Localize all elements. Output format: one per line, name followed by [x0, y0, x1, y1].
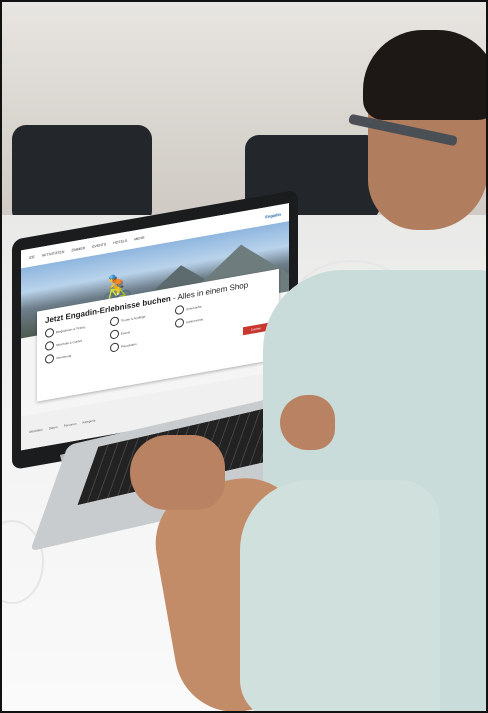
person-hand [130, 435, 225, 510]
background-chair-left [12, 125, 152, 225]
filter-field[interactable]: Aktivitäten [29, 428, 43, 434]
photo-scene: IDE AKTIVITÄTEN ZIMMER EVENTS HOTELS MEH… [0, 0, 488, 713]
nav-item[interactable]: ZIMMER [71, 246, 85, 252]
category-icon [110, 329, 119, 340]
nav-item[interactable]: AKTIVITÄTEN [42, 250, 65, 258]
category-icon [110, 316, 119, 327]
nav-item[interactable]: IDE [29, 255, 35, 260]
filter-field[interactable]: Kategorie [83, 418, 96, 424]
nav-item[interactable]: EVENTS [92, 242, 106, 248]
category-icon [175, 304, 184, 316]
category-icon [45, 327, 54, 339]
filter-field[interactable]: Personen [64, 422, 77, 428]
category-icon [110, 342, 119, 353]
person-sleeve [240, 480, 440, 713]
category-icon [45, 340, 54, 352]
category-icon [175, 317, 184, 329]
person-hair [363, 30, 488, 120]
category-icon [45, 353, 54, 365]
nav-item[interactable]: HOTELS [113, 239, 127, 245]
nav-item[interactable]: MEHR [134, 236, 144, 242]
person-hand-right [280, 395, 335, 450]
filter-field[interactable]: Datum [49, 425, 58, 431]
